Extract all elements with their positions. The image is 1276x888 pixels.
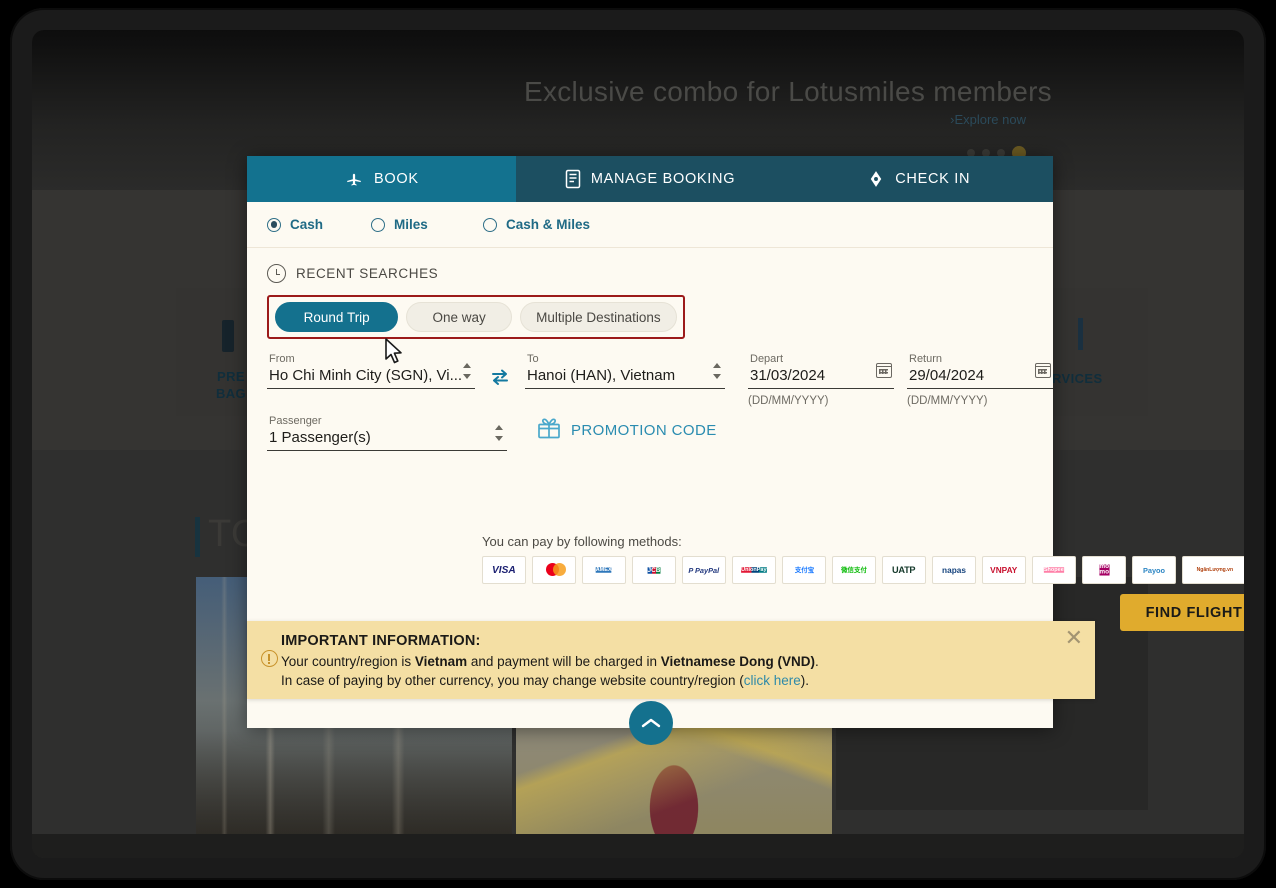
booking-widget: BOOK MANAGE BOOKING CHECK IN Cash Miles … xyxy=(247,156,1244,745)
field-from[interactable]: From Ho Chi Minh City (SGN), Vi... xyxy=(267,353,475,389)
warning-icon xyxy=(261,650,278,667)
gift-icon xyxy=(537,417,561,444)
field-from-stepper[interactable] xyxy=(462,363,471,379)
fare-type-radio-group: Cash Miles Cash & Miles xyxy=(247,202,1053,248)
recent-searches-row[interactable]: RECENT SEARCHES xyxy=(247,248,1053,283)
important-information-line-1: Your country/region is Vietnam and payme… xyxy=(281,654,819,669)
tablet-device-frame: Exclusive combo for Lotusmiles members ›… xyxy=(10,8,1266,880)
field-return-label: Return xyxy=(909,353,943,365)
field-depart-date[interactable]: Depart 31/03/2024 xyxy=(748,353,894,389)
radio-dot-miles xyxy=(371,217,385,232)
tab-manage-booking[interactable]: MANAGE BOOKING xyxy=(515,156,785,202)
field-depart-value: 31/03/2024 xyxy=(750,367,826,384)
chevron-up-icon xyxy=(641,718,661,728)
important-information-title: IMPORTANT INFORMATION: xyxy=(281,633,481,649)
find-flight-button[interactable]: FIND FLIGHT xyxy=(1120,594,1244,631)
radio-cash-label: Cash xyxy=(290,217,324,232)
recent-searches-label: RECENT SEARCHES xyxy=(296,266,439,281)
field-depart-hint: (DD/MM/YYYY) xyxy=(748,395,829,407)
booking-tabs: BOOK MANAGE BOOKING CHECK IN xyxy=(247,156,1054,202)
payment-logo-vnpay: VNPAY xyxy=(982,556,1026,584)
clock-icon xyxy=(267,264,286,283)
payment-logo-shopeepay: Shopee xyxy=(1032,556,1076,584)
radio-dot-cash xyxy=(267,217,281,232)
payment-logo-jcb: JCB xyxy=(632,556,676,584)
field-from-value: Ho Chi Minh City (SGN), Vi... xyxy=(269,367,463,384)
field-return-value: 29/04/2024 xyxy=(909,367,985,384)
payment-methods-note: You can pay by following methods: xyxy=(482,534,682,549)
tab-manage-booking-label: MANAGE BOOKING xyxy=(590,171,736,187)
trip-type-selector: Round Trip One way Multiple Destinations xyxy=(267,295,685,339)
field-from-label: From xyxy=(269,353,295,365)
payment-logo-wechat-pay: 微信支付 xyxy=(832,556,876,584)
promotion-code-button[interactable]: PROMOTION CODE xyxy=(537,417,717,444)
payment-logo-alipay: 支付宝 xyxy=(782,556,826,584)
field-depart-label: Depart xyxy=(750,353,784,365)
radio-cash-and-miles-label: Cash & Miles xyxy=(506,217,591,232)
radio-cash-and-miles[interactable]: Cash & Miles xyxy=(483,217,590,232)
payment-logo-nganluong: NgânLượng.vn xyxy=(1182,556,1244,584)
tab-book-label: BOOK xyxy=(373,171,419,187)
radio-miles-label: Miles xyxy=(394,217,428,232)
scroll-to-top-button[interactable] xyxy=(629,701,673,745)
trip-type-round-trip[interactable]: Round Trip xyxy=(275,302,399,332)
radio-dot-cash-and-miles xyxy=(483,217,497,232)
close-icon[interactable]: ✕ xyxy=(1065,627,1083,649)
important-information-banner: IMPORTANT INFORMATION: Your country/regi… xyxy=(247,621,1095,699)
payment-logo-amex: AMEX xyxy=(582,556,626,584)
field-to-label: To xyxy=(527,353,539,365)
airplane-icon xyxy=(344,170,364,188)
important-information-line-2: In case of paying by other currency, you… xyxy=(281,673,810,688)
payment-logo-paypal: P PayPal xyxy=(682,556,726,584)
promotion-code-label: PROMOTION CODE xyxy=(571,422,717,439)
payment-logo-payoo: Payoo xyxy=(1132,556,1176,584)
field-passenger-label: Passenger xyxy=(269,415,322,427)
payment-logo-uatp: UATP xyxy=(882,556,926,584)
tab-check-in[interactable]: CHECK IN xyxy=(784,156,1054,202)
swap-origin-destination-icon[interactable] xyxy=(489,367,511,387)
payment-logo-unionpay: UnionPay xyxy=(732,556,776,584)
trip-type-multiple-destinations[interactable]: Multiple Destinations xyxy=(519,302,677,332)
radio-miles[interactable]: Miles xyxy=(371,217,483,232)
field-return-date[interactable]: Return 29/04/2024 xyxy=(907,353,1053,389)
tab-check-in-label: CHECK IN xyxy=(895,171,971,187)
change-country-region-link[interactable]: click here xyxy=(744,673,801,688)
radio-cash[interactable]: Cash xyxy=(267,217,371,232)
boarding-pass-icon xyxy=(867,170,885,188)
payment-logo-visa: VISA xyxy=(482,556,526,584)
calendar-icon[interactable] xyxy=(1035,363,1051,378)
field-to-stepper[interactable] xyxy=(712,363,721,379)
tab-book[interactable]: BOOK xyxy=(247,156,516,202)
field-passenger-value: 1 Passenger(s) xyxy=(269,429,371,446)
field-passenger-stepper[interactable] xyxy=(494,425,503,441)
calendar-icon[interactable] xyxy=(876,363,892,378)
field-to-value: Hanoi (HAN), Vietnam xyxy=(527,367,676,384)
payment-logo-mastercard xyxy=(532,556,576,584)
field-to[interactable]: To Hanoi (HAN), Vietnam xyxy=(525,353,725,389)
device-bezel: Exclusive combo for Lotusmiles members ›… xyxy=(32,30,1244,858)
booking-document-icon xyxy=(565,169,581,189)
payment-logo-momo: mo mo xyxy=(1082,556,1126,584)
payment-methods-list: VISA AMEX JCB P PayPal UnionPay 支付宝 微信支付… xyxy=(482,556,1244,584)
field-return-hint: (DD/MM/YYYY) xyxy=(907,395,988,407)
trip-type-one-way[interactable]: One way xyxy=(406,302,512,332)
screen-viewport: Exclusive combo for Lotusmiles members ›… xyxy=(32,30,1244,858)
payment-logo-napas: napas xyxy=(932,556,976,584)
field-passenger[interactable]: Passenger 1 Passenger(s) xyxy=(267,415,507,451)
